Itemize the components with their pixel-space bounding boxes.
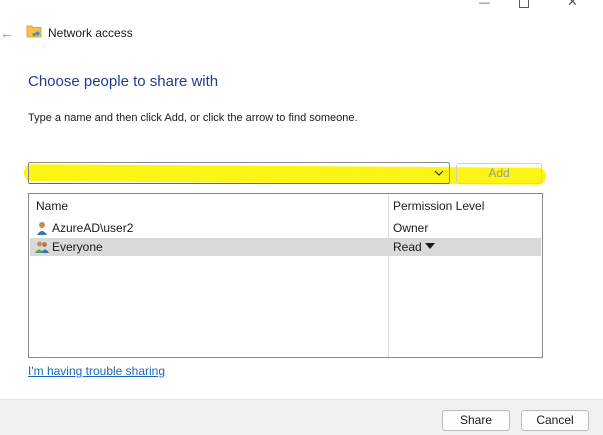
row-name: AzureAD\user2 — [52, 221, 134, 235]
row-name: Everyone — [52, 240, 103, 254]
name-input[interactable] — [33, 165, 413, 181]
permissions-list: Name Permission Level AzureAD\user2 Owne… — [28, 193, 543, 358]
user-icon — [37, 222, 47, 235]
list-item[interactable]: AzureAD\user2 Owner — [30, 219, 541, 237]
name-combobox[interactable] — [28, 162, 450, 184]
back-button[interactable]: ← — [0, 25, 14, 41]
column-header-permission[interactable]: Permission Level — [393, 199, 484, 213]
cancel-button[interactable]: Cancel — [521, 410, 589, 431]
permission-dropdown[interactable]: Read — [393, 240, 422, 254]
shared-folder-icon — [26, 25, 42, 38]
minimize-button[interactable]: — — [479, 0, 490, 9]
row-permission: Owner — [393, 221, 429, 235]
window-controls: — ✕ — [463, 0, 603, 10]
close-button[interactable]: ✕ — [567, 0, 578, 8]
window-title: Network access — [48, 26, 133, 40]
page-heading: Choose people to share with — [28, 73, 219, 90]
chevron-down-icon[interactable] — [433, 166, 445, 180]
caret-down-icon[interactable] — [425, 243, 435, 249]
maximize-button[interactable] — [519, 0, 529, 8]
add-button[interactable]: Add — [456, 163, 542, 184]
trouble-sharing-link[interactable]: I'm having trouble sharing — [28, 364, 165, 378]
instruction-text: Type a name and then click Add, or click… — [28, 112, 358, 124]
group-icon — [35, 241, 49, 253]
dialog-footer: Share Cancel — [0, 399, 603, 435]
column-header-name[interactable]: Name — [36, 199, 68, 213]
share-button[interactable]: Share — [442, 410, 510, 431]
list-item[interactable]: Everyone Read — [30, 238, 541, 256]
